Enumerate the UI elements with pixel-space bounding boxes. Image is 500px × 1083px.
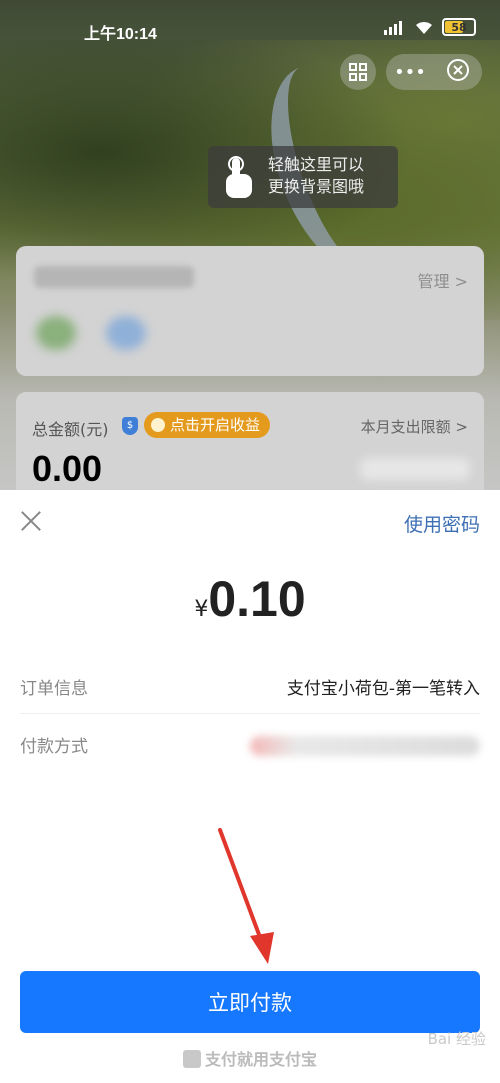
hint-line-1: 轻触这里可以 — [268, 155, 365, 174]
balance-card: 总金额(元) $ 点击开启收益 本月支出限额 > 0.00 — [16, 392, 484, 502]
status-bar: 上午10:14 58 — [0, 0, 500, 58]
close-icon[interactable] — [20, 510, 42, 532]
payment-sheet: 使用密码 ¥0.10 订单信息 支付宝小荷包-第一笔转入 付款方式 立即付款 支… — [0, 490, 500, 1083]
blurred-icon-green — [36, 316, 76, 350]
order-info-value: 支付宝小荷包-第一笔转入 — [286, 679, 480, 699]
footer-text: 支付就用支付宝 — [204, 1050, 317, 1069]
member-card: 管理 > — [16, 246, 484, 376]
wifi-icon — [416, 21, 432, 34]
total-amount-label: 总金额(元) — [32, 420, 109, 439]
more-icon[interactable]: ••• — [386, 62, 434, 83]
tap-hand-icon — [226, 156, 252, 198]
mini-program-capsule: ••• — [386, 54, 482, 90]
order-info-label: 订单信息 — [20, 679, 88, 699]
order-info-row: 订单信息 支付宝小荷包-第一笔转入 — [20, 656, 480, 714]
top-action-buttons: ••• — [340, 54, 482, 90]
use-password-link[interactable]: 使用密码 — [404, 510, 480, 537]
manage-link[interactable]: 管理 > — [418, 268, 469, 292]
status-icons: 58 — [384, 18, 476, 36]
alipay-footer: 支付就用支付宝 — [0, 1046, 500, 1070]
payment-method-row[interactable]: 付款方式 — [20, 714, 480, 772]
pay-now-label: 立即付款 — [208, 992, 292, 1015]
blurred-right-info — [360, 458, 470, 480]
enable-earnings-label: 点击开启收益 — [170, 416, 261, 434]
enable-earnings-button[interactable]: 点击开启收益 — [144, 412, 271, 438]
blurred-icon-blue — [106, 316, 146, 350]
scan-glyph-icon — [349, 63, 367, 81]
change-background-hint[interactable]: 轻触这里可以 更换背景图哦 — [208, 146, 398, 208]
pay-now-button[interactable]: 立即付款 — [20, 971, 480, 1033]
monthly-limit-link[interactable]: 本月支出限额 > — [361, 416, 468, 437]
price-value: 0.10 — [208, 571, 306, 627]
blurred-payment-method — [250, 736, 480, 756]
payment-method-label: 付款方式 — [20, 737, 88, 757]
close-circle-icon[interactable] — [434, 58, 482, 87]
scan-icon[interactable] — [340, 54, 376, 90]
shield-icon: $ — [122, 417, 138, 435]
blurred-card-title — [34, 266, 194, 288]
piggy-bank-icon — [151, 418, 165, 432]
payment-amount: ¥0.10 — [0, 570, 500, 628]
status-time: 上午10:14 — [84, 26, 157, 43]
signal-icon — [384, 19, 406, 35]
battery-icon: 58 — [442, 18, 476, 36]
alipay-logo-icon — [182, 1050, 201, 1068]
battery-level: 58 — [451, 20, 467, 34]
red-arrow-annotation — [218, 828, 274, 964]
watermark: Bai 经验 — [427, 1030, 486, 1048]
balance-amount: 0.00 — [32, 448, 103, 489]
background-page: 上午10:14 58 ••• 轻触这里可以 更换背景图哦 管理 > 总金额(元)… — [0, 0, 500, 502]
hint-line-2: 更换背景图哦 — [268, 177, 365, 196]
currency-symbol: ¥ — [194, 597, 209, 622]
